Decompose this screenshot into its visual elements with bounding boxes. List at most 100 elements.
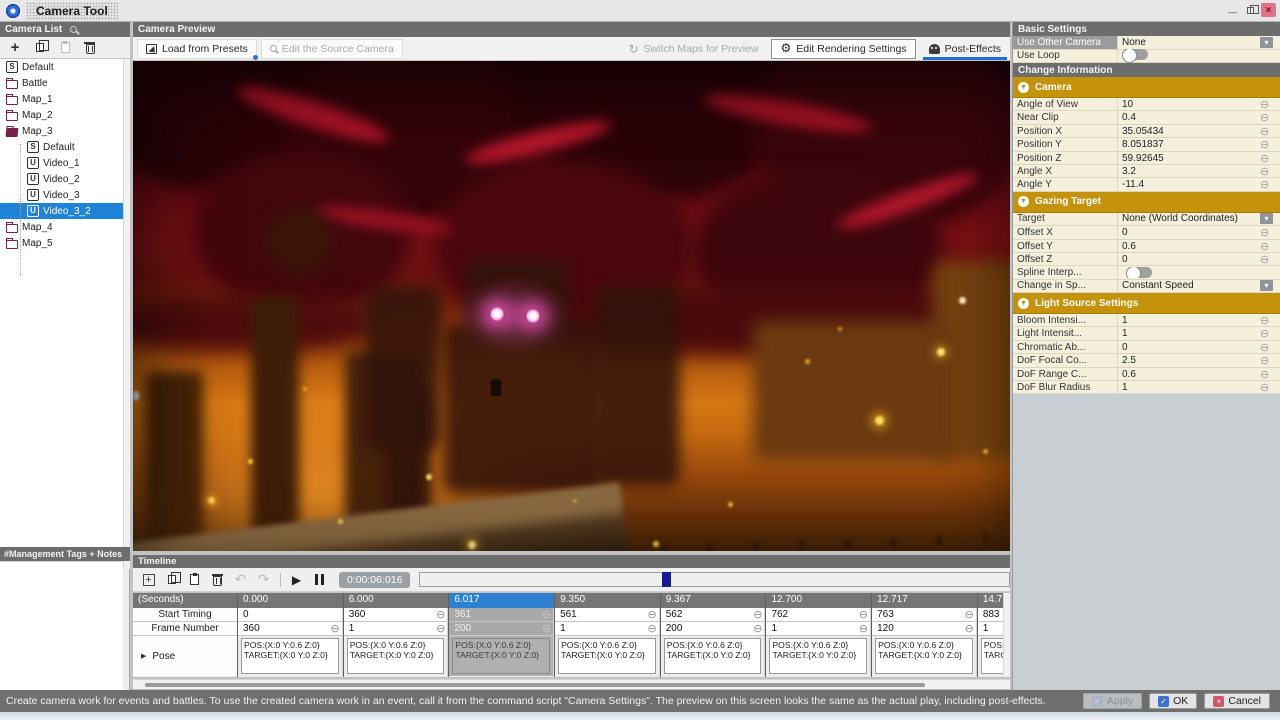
minus-icon[interactable]: ⊖ xyxy=(1260,240,1280,253)
timeline-horizontal-scrollbar[interactable] xyxy=(133,679,1010,689)
minus-icon[interactable]: ⊖ xyxy=(859,609,868,620)
inspector-row[interactable]: ▼ Change in Sp... Constant Speed ▾ ⊖ xyxy=(1013,279,1280,294)
paste-camera-button[interactable] xyxy=(57,40,73,56)
timeline-column-header[interactable]: 12.700 xyxy=(766,593,872,608)
tree-item[interactable]: Map_5 xyxy=(0,235,123,251)
timeline-slider[interactable] xyxy=(419,572,1011,587)
dropdown-button[interactable]: ▾ xyxy=(1260,280,1273,292)
cancel-button[interactable]: × Cancel xyxy=(1204,693,1270,709)
start-timing-cell[interactable]: 762 ⊖ xyxy=(766,608,872,622)
minus-icon[interactable]: ⊖ xyxy=(1260,354,1280,367)
inspector-row-value[interactable]: 10 xyxy=(1118,99,1260,110)
start-timing-cell[interactable]: 562 ⊖ xyxy=(660,608,766,622)
dropdown-button[interactable]: ▾ xyxy=(1260,36,1273,48)
chevron-down-icon[interactable]: ▼ xyxy=(1018,196,1029,208)
minus-icon[interactable]: ⊖ xyxy=(1260,381,1280,394)
pose-cell[interactable]: POS:{X:0 Y:0.6 Z:0} TARGET:{X:0 Y:0 Z:0} xyxy=(238,636,343,676)
timeline-column-header[interactable]: 6.000 xyxy=(343,593,449,608)
inspector-row[interactable]: ▼ Spline Interp... ▾ ⊖ xyxy=(1013,266,1280,280)
minus-icon[interactable]: ⊖ xyxy=(648,623,657,634)
search-icon[interactable] xyxy=(70,26,78,33)
edit-rendering-settings-button[interactable]: ⚙ Edit Rendering Settings xyxy=(771,38,916,59)
copy-keyframe-button[interactable] xyxy=(164,572,181,588)
minus-icon[interactable]: ⊖ xyxy=(753,609,762,620)
use-other-camera-value[interactable]: None xyxy=(1118,37,1260,48)
load-from-presets-button[interactable]: Load from Presets xyxy=(137,38,258,60)
minus-icon[interactable]: ⊖ xyxy=(965,623,974,634)
minus-icon[interactable]: ⊖ xyxy=(542,609,551,620)
timeline-column[interactable]: 6.000 360 ⊖ 1 ⊖ POS:{X:0 Y:0.6 Z:0} TARG… xyxy=(342,593,449,677)
minus-icon[interactable]: ⊖ xyxy=(648,609,657,620)
expand-arrow-icon[interactable]: ▶ xyxy=(141,652,146,660)
inspector-row[interactable]: ▼ Light Intensit... 1 ▾ ⊖ xyxy=(1013,327,1280,341)
inspector-row[interactable]: ▼ Light Source Settings ▾ ⊖ xyxy=(1013,293,1280,315)
timeline-column-header[interactable]: 0.000 xyxy=(238,593,343,608)
inspector-row-value[interactable] xyxy=(1118,266,1260,278)
start-timing-cell[interactable]: 763 ⊖ xyxy=(872,608,977,622)
inspector-row[interactable]: ▼ DoF Focal Co... 2.5 ▾ ⊖ xyxy=(1013,354,1280,368)
inspector-row[interactable]: ▼ Position Y 8.051837 ▾ ⊖ xyxy=(1013,138,1280,152)
timeline-column-header[interactable]: 9.367 xyxy=(660,593,766,608)
minus-icon[interactable]: ⊖ xyxy=(1260,138,1280,151)
pose-cell[interactable]: POS:{X:0 Y:0.6 Z:0} TARGET:{X:0 Y:0 Z:0} xyxy=(343,636,449,676)
inspector-row-value[interactable]: 0.6 xyxy=(1118,369,1260,380)
minus-icon[interactable]: ⊖ xyxy=(1260,368,1280,381)
tree-item[interactable]: Video_3 xyxy=(0,187,123,203)
inspector-row[interactable]: ▼ Offset Z 0 ▾ ⊖ xyxy=(1013,252,1280,267)
pose-cell[interactable]: POS:{X:0 Y:0.6 Z:0} TARGET:{X:0 Y:0 Z:0} xyxy=(449,636,555,676)
inspector-row-value[interactable]: 0.6 xyxy=(1118,241,1260,252)
copy-camera-button[interactable] xyxy=(32,40,49,56)
start-timing-cell[interactable]: 0 ⊖ xyxy=(238,608,343,622)
minus-icon[interactable]: ⊖ xyxy=(859,623,868,634)
minus-icon[interactable]: ⊖ xyxy=(436,623,445,634)
inspector-row-value[interactable]: 1 xyxy=(1118,382,1260,393)
inspector-row[interactable]: ▼ Position Z 59.92645 ▾ ⊖ xyxy=(1013,151,1280,165)
inspector-row[interactable]: ▼ Angle of View 10 ▾ ⊖ xyxy=(1013,98,1280,112)
inspector-row[interactable]: ▼ DoF Range C... 0.6 ▾ ⊖ xyxy=(1013,367,1280,382)
frame-number-cell[interactable]: 1 ⊖ xyxy=(766,622,872,636)
inspector-row[interactable]: ▼ Bloom Intensi... 1 ▾ ⊖ xyxy=(1013,314,1280,328)
minus-icon[interactable]: ⊖ xyxy=(1260,178,1280,191)
timeline-column[interactable]: 9.350 561 ⊖ 1 ⊖ POS:{X:0 Y:0.6 Z:0} TARG… xyxy=(554,593,660,677)
minus-icon[interactable]: ⊖ xyxy=(965,609,974,620)
frame-number-cell[interactable]: 1 ⊖ xyxy=(977,622,1005,636)
pose-cell[interactable]: POS:{X:0 Y:0.6 Z:0} TARGET:{X:0 Y:0 Z:0} xyxy=(766,636,872,676)
inspector-row-value[interactable]: 0.4 xyxy=(1118,112,1260,123)
dropdown-button[interactable]: ▾ xyxy=(1260,213,1273,225)
frame-number-cell[interactable]: 200 ⊖ xyxy=(449,622,555,636)
inspector-row[interactable]: ▼ Target None (World Coordinates) ▾ ⊖ xyxy=(1013,212,1280,227)
minimize-button[interactable]: — xyxy=(1225,3,1240,17)
chevron-down-icon[interactable]: ▼ xyxy=(1018,297,1029,309)
start-timing-cell[interactable]: 883 ⊖ xyxy=(977,608,1005,622)
inspector-row[interactable]: ▼ Near Clip 0.4 ▾ ⊖ xyxy=(1013,111,1280,125)
inspector-row[interactable]: ▼ Gazing Target ▾ ⊖ xyxy=(1013,191,1280,213)
inspector-row-value[interactable]: 2.5 xyxy=(1118,355,1260,366)
inspector-row[interactable]: ▼ Camera ▾ ⊖ xyxy=(1013,77,1280,98)
add-camera-button[interactable]: + xyxy=(7,40,23,56)
inspector-row[interactable]: ▼ Position X 35.05434 ▾ ⊖ xyxy=(1013,124,1280,139)
inspector-row-value[interactable]: 59.92645 xyxy=(1118,153,1260,164)
inspector-row-value[interactable]: 35.05434 xyxy=(1118,126,1260,137)
inspector-row-value[interactable]: 0 xyxy=(1118,254,1260,265)
tree-item[interactable]: Battle xyxy=(0,75,123,91)
minus-icon[interactable]: ⊖ xyxy=(436,609,445,620)
start-timing-cell[interactable]: 361 ⊖ xyxy=(449,608,555,622)
timeline-column[interactable]: 12.717 763 ⊖ 120 ⊖ POS:{X:0 Y:0.6 Z:0} T… xyxy=(871,593,977,677)
tree-item[interactable]: Map_3 xyxy=(0,123,123,139)
switch-maps-button[interactable]: ↻ Switch Maps for Preview xyxy=(619,39,767,59)
minus-icon[interactable]: ⊖ xyxy=(1260,226,1280,239)
frame-number-cell[interactable]: 120 ⊖ xyxy=(872,622,977,636)
minus-icon[interactable]: ⊖ xyxy=(1260,111,1280,124)
notes-area[interactable] xyxy=(0,561,123,690)
ok-button[interactable]: ✓ OK xyxy=(1149,693,1198,709)
paste-keyframe-button[interactable] xyxy=(187,572,202,588)
tree-item[interactable]: Default xyxy=(0,139,123,155)
inspector-row-value[interactable]: None (World Coordinates) xyxy=(1118,213,1260,224)
minus-icon[interactable]: ⊖ xyxy=(1260,253,1280,266)
frame-number-cell[interactable]: 200 ⊖ xyxy=(660,622,766,636)
restore-button[interactable] xyxy=(1243,3,1259,17)
minus-icon[interactable]: ⊖ xyxy=(1260,152,1280,165)
redo-button[interactable]: ↷ xyxy=(256,571,271,588)
minus-icon[interactable]: ⊖ xyxy=(1260,327,1280,340)
timeline-column-header[interactable]: 9.350 xyxy=(555,593,660,608)
